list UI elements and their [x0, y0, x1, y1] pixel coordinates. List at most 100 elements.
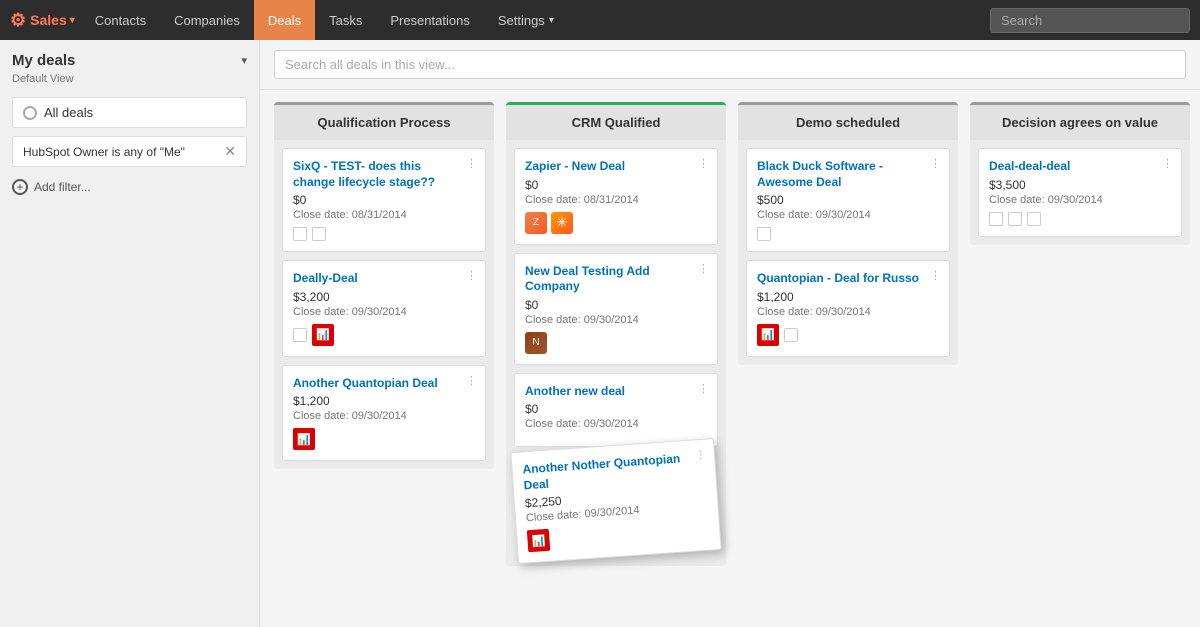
nav-presentations[interactable]: Presentations	[376, 0, 484, 40]
deal-amount: $500	[757, 193, 939, 207]
card-menu-icon[interactable]: ⋮	[1162, 157, 1173, 170]
card-menu-icon[interactable]: ⋮	[466, 374, 477, 387]
deal-amount: $1,200	[293, 394, 475, 408]
card-menu-icon[interactable]: ⋮	[466, 269, 477, 282]
all-deals-item[interactable]: All deals	[12, 97, 247, 128]
column-header-demo: Demo scheduled	[738, 105, 958, 140]
card-menu-icon[interactable]: ⋮	[698, 262, 709, 275]
card-avatars: Z ✳	[525, 212, 707, 234]
deal-close-date: Close date: 09/30/2014	[757, 209, 939, 221]
chart-icon: 📊	[527, 529, 550, 552]
all-deals-label: All deals	[44, 105, 93, 120]
column-cards-demo: ⋮ Black Duck Software - Awesome Deal $50…	[738, 140, 958, 365]
deal-card[interactable]: ⋮ Black Duck Software - Awesome Deal $50…	[746, 148, 950, 252]
nav-items: Contacts Companies Deals Tasks Presentat…	[81, 0, 990, 40]
column-cards-decision: ⋮ Deal-deal-deal $3,500 Close date: 09/3…	[970, 140, 1190, 245]
circle-icon	[23, 106, 37, 120]
deal-name: Another Quantopian Deal	[293, 376, 475, 392]
deal-close-date: Close date: 09/30/2014	[989, 194, 1171, 206]
deal-name: Deal-deal-deal	[989, 159, 1171, 175]
card-menu-icon[interactable]: ⋮	[930, 269, 941, 282]
deal-close-date: Close date: 08/31/2014	[525, 194, 707, 206]
settings-caret-icon: ▾	[549, 15, 554, 26]
deal-card[interactable]: ⋮ Another Quantopian Deal $1,200 Close d…	[282, 365, 486, 462]
deal-amount: $0	[525, 298, 707, 312]
chart-icon: 📊	[312, 324, 334, 346]
card-checkbox[interactable]	[293, 328, 307, 342]
deal-card[interactable]: ⋮ Deal-deal-deal $3,500 Close date: 09/3…	[978, 148, 1182, 237]
add-filter-label: Add filter...	[34, 180, 91, 194]
deal-card[interactable]: ⋮ Deally-Deal $3,200 Close date: 09/30/2…	[282, 260, 486, 357]
card-bottom-row: 📊	[757, 324, 939, 346]
card-checkbox[interactable]	[1008, 212, 1022, 226]
deal-name: Black Duck Software - Awesome Deal	[757, 159, 939, 190]
card-bottom-row: 📊	[527, 518, 710, 553]
deal-amount: $0	[525, 178, 707, 192]
top-nav: ⚙ Sales ▾ Contacts Companies Deals Tasks…	[0, 0, 1200, 40]
deal-close-date: Close date: 09/30/2014	[525, 314, 707, 326]
deal-card[interactable]: ⋮ Zapier - New Deal $0 Close date: 08/31…	[514, 148, 718, 245]
column-header-decision: Decision agrees on value	[970, 105, 1190, 140]
column-qualification: Qualification Process ⋮ SixQ - TEST- doe…	[274, 102, 494, 469]
avatar: N	[525, 332, 547, 354]
dragging-deal-card[interactable]: ⋮ Another Nother Quantopian Deal $2,250 …	[510, 438, 721, 564]
card-menu-icon[interactable]: ⋮	[698, 157, 709, 170]
deal-close-date: Close date: 08/31/2014	[293, 209, 475, 221]
card-checkbox[interactable]	[784, 328, 798, 342]
deal-name: Deally-Deal	[293, 271, 475, 287]
card-menu-icon[interactable]: ⋮	[695, 448, 707, 462]
deal-amount: $0	[293, 193, 475, 207]
sidebar-header: My deals ▾	[12, 52, 247, 69]
deal-close-date: Close date: 09/30/2014	[293, 306, 475, 318]
card-checkbox[interactable]	[293, 227, 307, 241]
column-cards-qualification: ⋮ SixQ - TEST- does this change lifecycl…	[274, 140, 494, 469]
brand-label: Sales	[30, 12, 67, 28]
board-columns: Qualification Process ⋮ SixQ - TEST- doe…	[260, 90, 1200, 627]
deal-name: Quantopian - Deal for Russo	[757, 271, 939, 287]
card-checkbox[interactable]	[1027, 212, 1041, 226]
main-layout: My deals ▾ Default View All deals HubSpo…	[0, 40, 1200, 627]
card-bottom-row: 📊	[293, 324, 475, 346]
deal-card[interactable]: ⋮ Quantopian - Deal for Russo $1,200 Clo…	[746, 260, 950, 357]
filter-remove-button[interactable]: ✕	[224, 143, 236, 160]
nav-tasks[interactable]: Tasks	[315, 0, 376, 40]
deal-card[interactable]: ⋮ Another new deal $0 Close date: 09/30/…	[514, 373, 718, 448]
board-search-input[interactable]	[274, 50, 1186, 79]
nav-settings[interactable]: Settings ▾	[484, 0, 568, 40]
card-checkbox[interactable]	[757, 227, 771, 241]
card-menu-icon[interactable]: ⋮	[466, 157, 477, 170]
card-checkbox[interactable]	[989, 212, 1003, 226]
hubspot-icon: ⚙	[10, 10, 26, 31]
chart-icon: 📊	[757, 324, 779, 346]
chart-icon: 📊	[293, 428, 315, 450]
nav-contacts[interactable]: Contacts	[81, 0, 160, 40]
deal-close-date: Close date: 09/30/2014	[757, 306, 939, 318]
global-search-input[interactable]	[990, 8, 1190, 33]
card-avatars: N	[525, 332, 707, 354]
filter-label: HubSpot Owner is any of "Me"	[23, 145, 185, 159]
avatar: Z	[525, 212, 547, 234]
column-demo: Demo scheduled ⋮ Black Duck Software - A…	[738, 102, 958, 365]
nav-deals[interactable]: Deals	[254, 0, 315, 40]
filter-tag: HubSpot Owner is any of "Me" ✕	[12, 136, 247, 167]
board-search-bar	[260, 40, 1200, 90]
deal-amount: $3,500	[989, 178, 1171, 192]
card-bottom-row	[757, 227, 939, 241]
card-checkbox[interactable]	[312, 227, 326, 241]
column-decision: Decision agrees on value ⋮ Deal-deal-dea…	[970, 102, 1190, 245]
deal-card[interactable]: ⋮ SixQ - TEST- does this change lifecycl…	[282, 148, 486, 252]
brand-logo[interactable]: ⚙ Sales ▾	[10, 10, 75, 31]
card-bottom-row	[293, 227, 475, 241]
nav-companies[interactable]: Companies	[160, 0, 254, 40]
deal-name: New Deal Testing Add Company	[525, 264, 707, 295]
deal-close-date: Close date: 09/30/2014	[525, 418, 707, 430]
deal-amount: $0	[525, 402, 707, 416]
column-crm: CRM Qualified ⋮ Zapier - New Deal $0 Clo…	[506, 102, 726, 566]
card-menu-icon[interactable]: ⋮	[698, 382, 709, 395]
deal-amount: $1,200	[757, 290, 939, 304]
deal-card[interactable]: ⋮ New Deal Testing Add Company $0 Close …	[514, 253, 718, 365]
plus-circle-icon: +	[12, 179, 28, 195]
add-filter-button[interactable]: + Add filter...	[12, 175, 247, 199]
deal-amount: $3,200	[293, 290, 475, 304]
card-menu-icon[interactable]: ⋮	[930, 157, 941, 170]
